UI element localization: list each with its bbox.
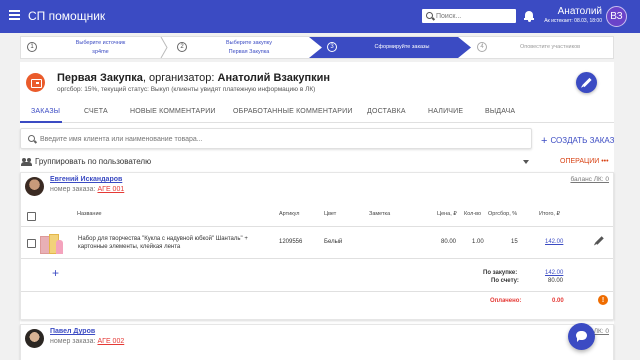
purchase-title: Первая Закупка, организатор: Анатолий Вз… (57, 72, 331, 84)
col-fee: Оргсбор, % (488, 211, 518, 217)
product-qty: 1.00 (472, 239, 484, 245)
pencil-icon (582, 77, 592, 88)
total-by-invoice-label: По счету: (491, 278, 519, 284)
user-avatar[interactable]: ВЗ (606, 6, 627, 27)
col-article: Артикул (279, 211, 300, 217)
tab-orders[interactable]: ЗАКАЗЫ (31, 108, 60, 115)
wizard-stepper: 1 Выберите источник sp4me 2 Выберите зак… (20, 36, 614, 59)
create-order-button[interactable]: + СОЗДАТЬ ЗАКАЗ (541, 134, 615, 147)
payment-warning-icon[interactable]: ! (598, 295, 608, 305)
product-price: 80.00 (441, 239, 457, 245)
step-title: Выберите закупку (226, 40, 272, 46)
col-name: Название (77, 211, 102, 217)
step-title: Выберите источник (75, 40, 126, 46)
product-article: 1209556 (279, 239, 303, 245)
global-search[interactable] (422, 9, 516, 23)
row-checkbox[interactable] (27, 239, 36, 248)
client-search[interactable] (20, 128, 532, 149)
col-color: Цвет (324, 211, 337, 217)
col-qty: Кол-во (464, 211, 482, 217)
step-chevron-icon (160, 37, 168, 58)
edit-purchase-button[interactable] (576, 72, 597, 93)
menu-icon[interactable] (9, 10, 20, 20)
col-price: Цена, ₽ (437, 211, 457, 217)
paid-value: 0.00 (552, 298, 564, 304)
tab-bar: ЗАКАЗЫ СЧЕТА НОВЫЕ КОММЕНТАРИИ ОБРАБОТАН… (20, 101, 614, 123)
user-name: Анатолий (557, 6, 602, 17)
product-color: Белый (324, 239, 343, 245)
select-all-checkbox[interactable] (27, 212, 36, 221)
chat-button[interactable] (568, 323, 595, 350)
order-card: Евгений Искандаров номер заказа: АГЕ 001 … (20, 172, 614, 320)
product-fee: 15 (511, 239, 518, 245)
main-panel: Первая Закупка, организатор: Анатолий Вз… (20, 62, 615, 360)
order-number: номер заказа: АГЕ 001 (50, 186, 125, 193)
people-icon (21, 158, 32, 166)
step-number: 4 (477, 42, 487, 52)
search-icon (426, 12, 433, 19)
tab-invoices[interactable]: СЧЕТА (84, 108, 108, 115)
col-note: Заметка (369, 211, 391, 217)
tab-delivery[interactable]: ДОСТАВКА (367, 108, 406, 115)
step-value: sp4me (92, 49, 109, 55)
tab-new-comments[interactable]: НОВЫЕ КОММЕНТАРИИ (130, 108, 216, 115)
step-number: 3 (327, 42, 337, 52)
purchase-logo-icon (26, 73, 45, 92)
table-header: Название Артикул Цвет Заметка Цена, ₽ Ко… (21, 201, 613, 227)
tab-issue[interactable]: ВЫДАЧА (485, 108, 515, 115)
active-tab-indicator (20, 121, 62, 123)
step-value: Первая Закупка (228, 49, 270, 55)
top-app-bar: СП помощник Анатолий Ак истекает: 08.03,… (0, 0, 640, 33)
total-by-purchase-value[interactable]: 142.00 (545, 270, 563, 276)
product-image (40, 233, 64, 255)
order-number: номер заказа: АГЕ 002 (50, 338, 125, 345)
order-code-link[interactable]: АГЕ 001 (97, 186, 124, 193)
group-by-user-toggle[interactable]: Группировать по пользователю ОПЕРАЦИИ ••… (20, 155, 614, 169)
purchase-subtitle: оргсбор: 15%, текущий статус: Выкуп (кли… (57, 86, 316, 93)
step-number: 1 (27, 42, 37, 52)
client-search-input[interactable] (40, 133, 520, 145)
step-number: 2 (177, 42, 187, 52)
client-name-link[interactable]: Евгений Искандаров (50, 176, 122, 183)
subscription-expiry: Ак истекает: 08.03, 18:00 (544, 18, 602, 24)
client-name-link[interactable]: Павел Дуров (50, 328, 95, 335)
group-by-label: Группировать по пользователю (35, 157, 152, 166)
client-avatar (25, 329, 44, 348)
chevron-down-icon[interactable] (523, 160, 529, 164)
step-select-purchase[interactable]: 2 Выберите закупку Первая Закупка (171, 37, 311, 58)
notifications-bell-icon[interactable] (524, 11, 534, 22)
step-form-orders[interactable]: 3 Сформируйте заказы (309, 37, 471, 58)
order-code-link[interactable]: АГЕ 002 (97, 338, 124, 345)
add-item-button[interactable]: + (52, 266, 59, 280)
order-card: Павел Дуров номер заказа:АГЕ 002 баланс … (20, 324, 614, 360)
plus-icon: + (541, 135, 548, 147)
product-name: Набор для творчества "Кукла с надувной ю… (78, 236, 248, 250)
col-total: Итого, ₽ (539, 211, 560, 217)
global-search-input[interactable] (436, 10, 514, 22)
table-row[interactable]: Набор для творчества "Кукла с надувной ю… (21, 228, 613, 259)
product-total-link[interactable]: 142.00 (545, 239, 563, 245)
balance-link[interactable]: баланс ЛК: 0 (570, 176, 609, 183)
more-dots-icon: ••• (601, 158, 609, 165)
total-by-purchase-label: По закупке: (483, 270, 518, 276)
step-title: Сформируйте заказы (374, 44, 430, 50)
edit-row-pencil-icon[interactable] (595, 236, 604, 245)
total-by-invoice-value: 80.00 (548, 278, 564, 284)
step-notify-participants[interactable]: 4 Оповестите участников (473, 37, 613, 58)
paid-label: Оплачено: (490, 298, 522, 304)
tab-availability[interactable]: НАЛИЧИЕ (428, 108, 463, 115)
operations-menu-button[interactable]: ОПЕРАЦИИ ••• (560, 158, 609, 165)
plus-icon: + (52, 266, 60, 280)
app-title: СП помощник (28, 9, 106, 23)
step-title: Оповестите участников (519, 44, 581, 50)
tab-processed-comments[interactable]: ОБРАБОТАННЫЕ КОММЕНТАРИИ (233, 108, 353, 115)
step-select-source[interactable]: 1 Выберите источник sp4me (21, 37, 166, 58)
search-icon (28, 135, 35, 142)
client-avatar (25, 177, 44, 196)
